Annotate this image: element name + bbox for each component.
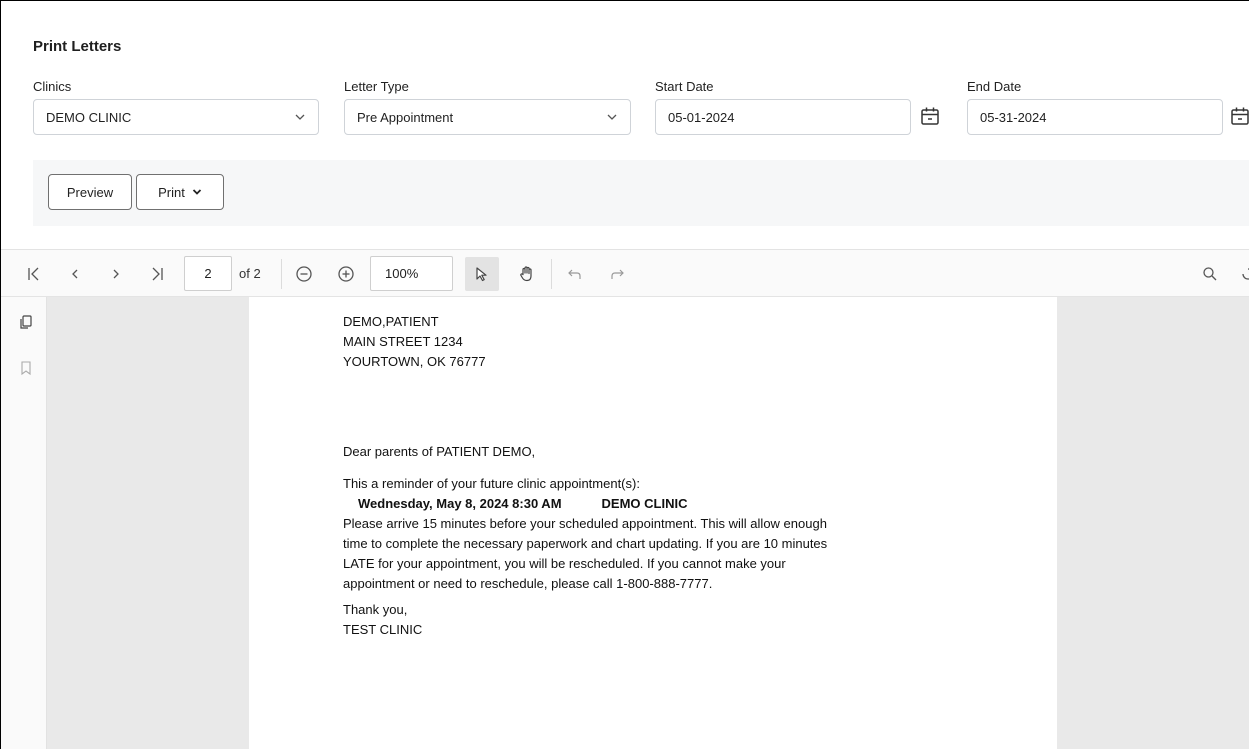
zoom-level-input[interactable]: 100%	[370, 256, 453, 291]
previous-page-icon[interactable]	[64, 263, 86, 285]
rotate-icon[interactable]	[1237, 263, 1249, 285]
page-number-value: 2	[204, 266, 212, 281]
last-page-icon[interactable]	[146, 263, 168, 285]
search-icon[interactable]	[1199, 263, 1221, 285]
letter-signature: TEST CLINIC	[343, 622, 423, 637]
hand-tool-icon[interactable]	[516, 263, 538, 285]
clinics-select[interactable]: DEMO CLINIC	[33, 99, 319, 135]
select-tool-icon[interactable]	[465, 257, 499, 291]
chevron-down-icon	[192, 189, 201, 195]
preview-button[interactable]: Preview	[48, 174, 132, 210]
clinics-label: Clinics	[33, 79, 72, 94]
appointment-line: Wednesday, May 8, 2024 8:30 AM DEMO CLINI…	[343, 494, 963, 514]
calendar-icon[interactable]	[1229, 105, 1249, 127]
address-line: DEMO,PATIENT	[343, 314, 439, 329]
chevron-down-icon	[295, 114, 305, 120]
print-button[interactable]: Print	[136, 174, 224, 210]
clinics-value: DEMO CLINIC	[46, 109, 132, 125]
undo-icon[interactable]	[564, 263, 586, 285]
thumbnails-icon[interactable]	[15, 311, 37, 333]
end-date-label: End Date	[967, 79, 1022, 94]
redo-icon[interactable]	[606, 263, 628, 285]
appointment-clinic: DEMO CLINIC	[601, 496, 688, 511]
letter-closing: Thank you,	[343, 602, 408, 617]
letter-type-value: Pre Appointment	[357, 109, 454, 125]
zoom-out-icon[interactable]	[293, 263, 315, 285]
body-line: appointment or need to reschedule, pleas…	[343, 576, 713, 591]
address-line: MAIN STREET 1234	[343, 334, 463, 349]
start-date-value: 05-01-2024	[668, 109, 735, 125]
preview-button-label: Preview	[66, 184, 114, 200]
bookmark-icon[interactable]	[15, 357, 37, 379]
page-count-label: of 2	[239, 266, 261, 281]
appointment-datetime: Wednesday, May 8, 2024 8:30 AM	[358, 496, 562, 511]
chevron-down-icon	[607, 114, 617, 120]
letter-intro: This a reminder of your future clinic ap…	[343, 476, 640, 491]
print-button-label: Print	[158, 184, 185, 200]
app-frame: Print Letters Clinics DEMO CLINIC Letter…	[0, 0, 1249, 749]
toolbar-separator	[281, 259, 282, 289]
toolbar-separator	[551, 259, 552, 289]
zoom-level-value: 100%	[385, 266, 419, 281]
page-title: Print Letters	[33, 38, 122, 55]
start-date-label: Start Date	[655, 79, 714, 94]
calendar-icon[interactable]	[919, 105, 941, 127]
page-number-input[interactable]: 2	[184, 256, 232, 291]
body-line: time to complete the necessary paperwork…	[343, 536, 828, 551]
body-line: Please arrive 15 minutes before your sch…	[343, 516, 827, 531]
end-date-input[interactable]: 05-31-2024	[967, 99, 1223, 135]
letter-type-select[interactable]: Pre Appointment	[344, 99, 631, 135]
letter-type-label: Letter Type	[344, 79, 409, 94]
start-date-input[interactable]: 05-01-2024	[655, 99, 911, 135]
body-line: LATE for your appointment, you will be r…	[343, 556, 786, 571]
letter-content: DEMO,PATIENT MAIN STREET 1234 YOURTOWN, …	[343, 312, 963, 640]
end-date-value: 05-31-2024	[980, 109, 1047, 125]
address-line: YOURTOWN, OK 76777	[343, 354, 486, 369]
first-page-icon[interactable]	[23, 263, 45, 285]
next-page-icon[interactable]	[105, 263, 127, 285]
letter-greeting: Dear parents of PATIENT DEMO,	[343, 444, 536, 459]
zoom-in-icon[interactable]	[335, 263, 357, 285]
